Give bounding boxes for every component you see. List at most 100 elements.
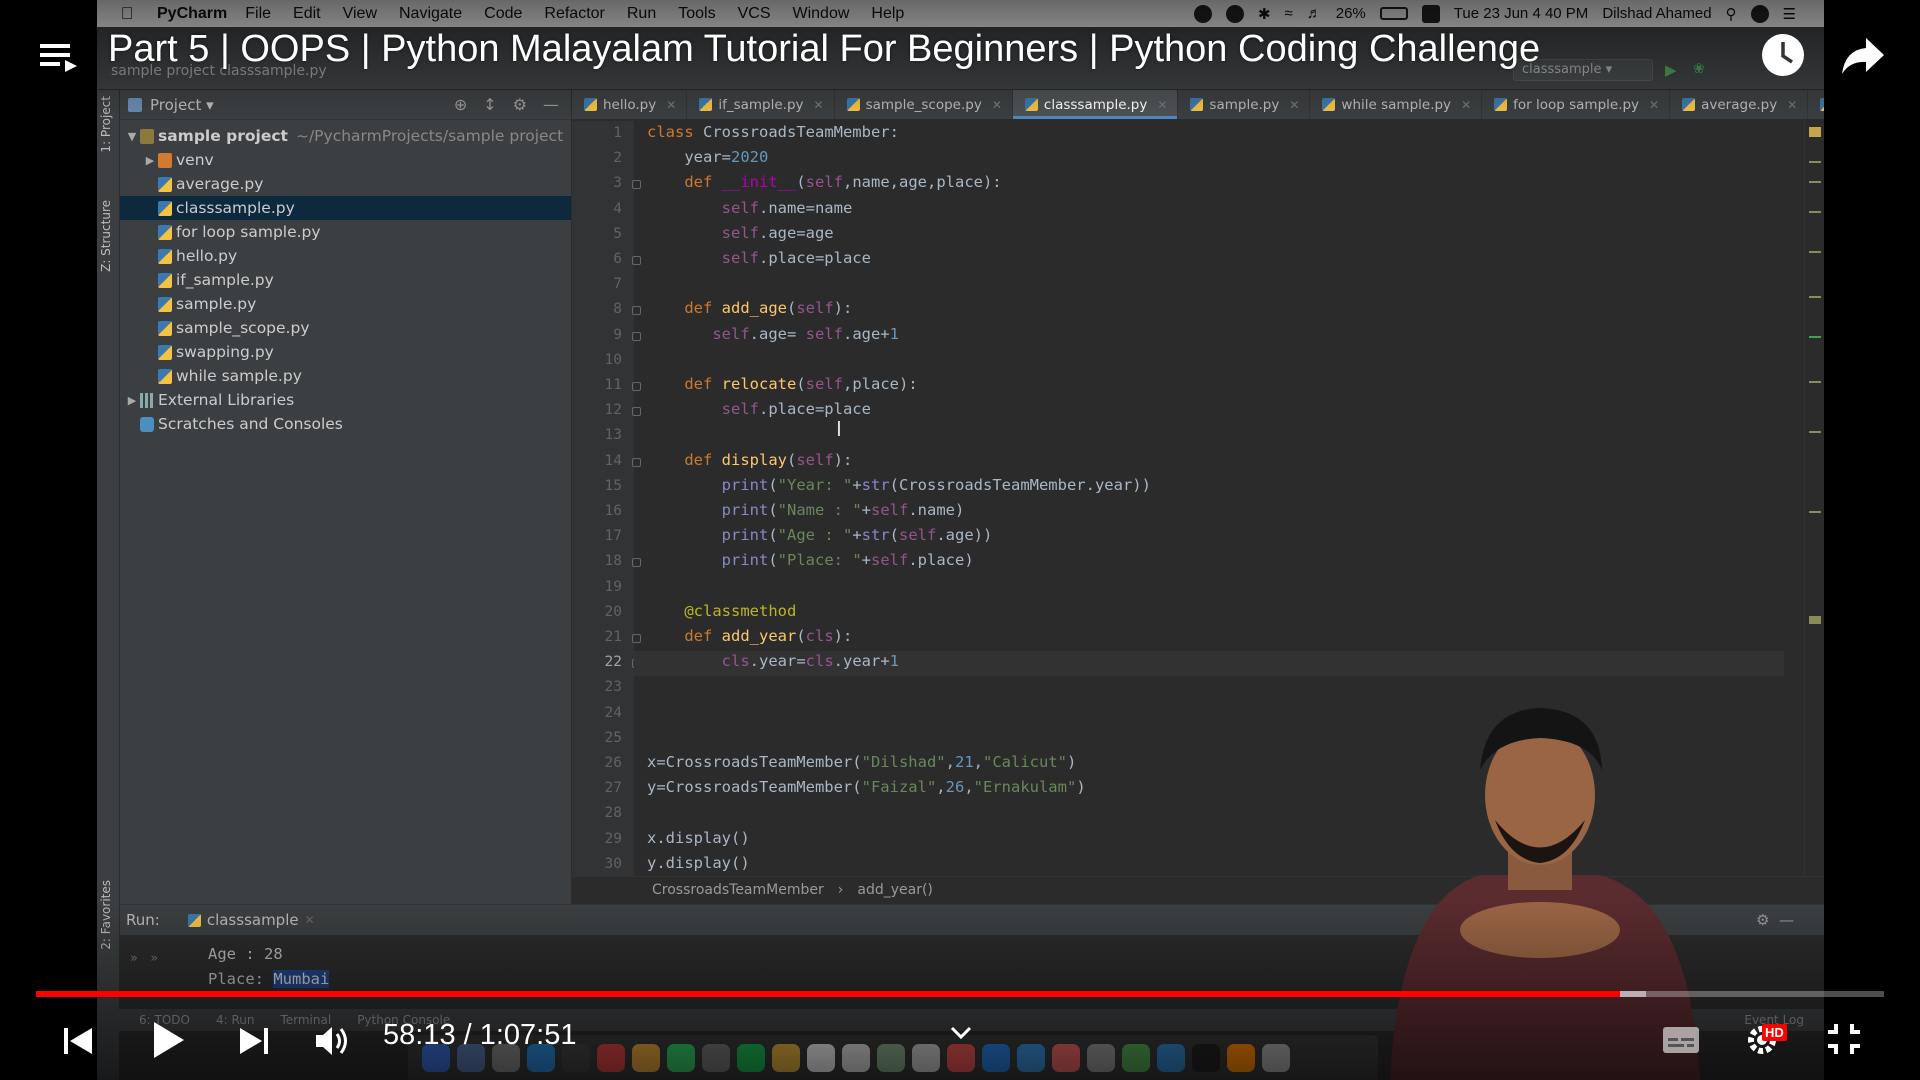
fold-marker-icon [632, 331, 641, 341]
menu-window: Window [792, 4, 850, 22]
line-number: 24 [604, 704, 622, 721]
dock-app-icon [1017, 1043, 1045, 1072]
exit-fullscreen-icon[interactable] [1826, 1022, 1862, 1056]
dock-app-icon [1157, 1043, 1185, 1072]
code-line: print("Year: "+str(CrossroadsTeamMember.… [721, 475, 1151, 494]
project-header: Project ▾ ⊕ ↕ ⚙ — [120, 90, 571, 120]
apple-icon:  [97, 4, 157, 24]
fold-marker-icon [632, 407, 641, 417]
progress-bar[interactable] [36, 991, 1884, 997]
close-icon: ✕ [991, 97, 1002, 112]
line-number: 29 [604, 830, 622, 847]
python-file-icon [158, 296, 172, 312]
tab-label: while sample.py [1341, 96, 1452, 113]
battery-percent: 26% [1335, 5, 1366, 22]
chevron-down-icon[interactable] [950, 1026, 972, 1040]
tree-item-label: sample_scope.py [176, 319, 310, 337]
dock-app-icon [807, 1043, 835, 1072]
code-line: x.display() [647, 828, 750, 847]
tree-item-label: average.py [176, 175, 264, 193]
locate-icon: ⊕ [453, 95, 468, 114]
code-line: def add_age(self): [684, 299, 853, 318]
dock-app-icon [702, 1043, 730, 1072]
tab-label: hello.py [603, 96, 657, 113]
line-number: 2 [613, 150, 622, 167]
mac-menubar:  PyCharm File Edit View Navigate Code R… [97, 0, 1824, 27]
dock-app-icon [1262, 1043, 1290, 1072]
line-number: 9 [613, 326, 622, 343]
dock-app-icon [772, 1043, 800, 1072]
folder-icon [158, 152, 172, 168]
side-tab-project: 1: Project [99, 96, 113, 153]
video-title[interactable]: Part 5 | OOPS | Python Malayalam Tutoria… [108, 28, 1540, 71]
line-number: 6 [613, 251, 622, 267]
editor-tabs: hello.py ✕ if_sample.py ✕ sample_scope.py ✕ cl… [572, 90, 1824, 120]
tree-item: sample_scope.py [120, 316, 571, 340]
tree-item: ▶ venv [120, 148, 571, 172]
menu-help: Help [871, 4, 905, 22]
wifi-icon: ≈ [1284, 5, 1293, 22]
line-number: 10 [604, 351, 622, 368]
code-line: x=CrossroadsTeamMember("Dilshad",21,"Cal… [647, 753, 1077, 771]
tree-item-label: sample project [158, 127, 288, 145]
code-line: print("Name : "+self.name) [721, 501, 965, 519]
input-source-icon [1421, 4, 1440, 23]
previous-icon[interactable] [62, 1026, 94, 1056]
inspection-icon [1809, 127, 1821, 137]
fold-marker-icon [632, 558, 641, 568]
line-number: 7 [613, 276, 622, 293]
code-line: cls.year=cls.year+1 [721, 652, 899, 671]
run-side-icons: » » [130, 951, 159, 966]
editor-tab: while sample.py ✕ [1310, 90, 1483, 119]
code-line: print("Place: "+self.place) [721, 551, 974, 570]
code-line: @classmethod [684, 601, 797, 620]
close-icon: ✕ [1289, 97, 1300, 112]
python-file-icon [187, 913, 201, 927]
line-number: 30 [604, 855, 622, 872]
playlist-icon[interactable] [40, 38, 78, 74]
menu-run: Run [626, 4, 657, 22]
line-number: 16 [604, 503, 622, 519]
menu-tools: Tools [678, 4, 716, 22]
volume-icon[interactable] [314, 1024, 352, 1058]
dock-app-icon [1052, 1043, 1080, 1072]
line-number: 21 [604, 629, 622, 645]
hands [1460, 902, 1620, 958]
line-number: 23 [604, 679, 622, 696]
dock-app-icon [632, 1043, 660, 1072]
left-tool-stripe: 1: Project Z: Structure 2: Favorites [97, 90, 120, 1080]
tree-item: while sample.py [120, 364, 571, 388]
menu-navigate: Navigate [399, 4, 463, 22]
dock-app-icon [877, 1043, 905, 1072]
tree-item-label: swapping.py [176, 343, 274, 361]
python-file-icon [158, 224, 172, 240]
debug-icon: ❀ [1693, 61, 1705, 77]
play-icon[interactable] [150, 1020, 186, 1060]
project-tree: ▼ sample project ~/PycharmProjects/sample … [120, 120, 571, 436]
next-icon[interactable] [238, 1026, 270, 1056]
fold-marker-icon [632, 457, 641, 467]
python-file-icon [158, 368, 172, 384]
tab-label: classsample.py [1043, 96, 1148, 113]
video-player[interactable]:  PyCharm File Edit View Navigate Code R… [0, 0, 1920, 1080]
python-file-icon [699, 98, 713, 111]
watch-later-icon[interactable] [1760, 32, 1806, 78]
python-file-icon [1024, 98, 1038, 111]
menu-edit: Edit [293, 4, 321, 22]
share-icon[interactable] [1840, 34, 1886, 78]
tree-item-label: External Libraries [158, 391, 295, 409]
w-icon [1225, 4, 1244, 23]
line-number: 15 [604, 477, 622, 494]
code-line: print("Age : "+str(self.age)) [721, 526, 993, 545]
stripe-mark [1809, 511, 1821, 513]
dock-app-icon [947, 1043, 975, 1072]
code-line: class CrossroadsTeamMember: [647, 123, 899, 141]
fold-marker-icon [632, 382, 641, 391]
menu-refactor: Refactor [544, 4, 605, 22]
subtitles-icon[interactable] [1662, 1026, 1700, 1054]
dock-app-icon [1087, 1043, 1115, 1072]
tree-item: ▶ External Libraries [120, 388, 571, 412]
python-file-icon [584, 98, 597, 111]
stripe-mark [1809, 251, 1821, 253]
app-name: PyCharm [157, 4, 228, 22]
